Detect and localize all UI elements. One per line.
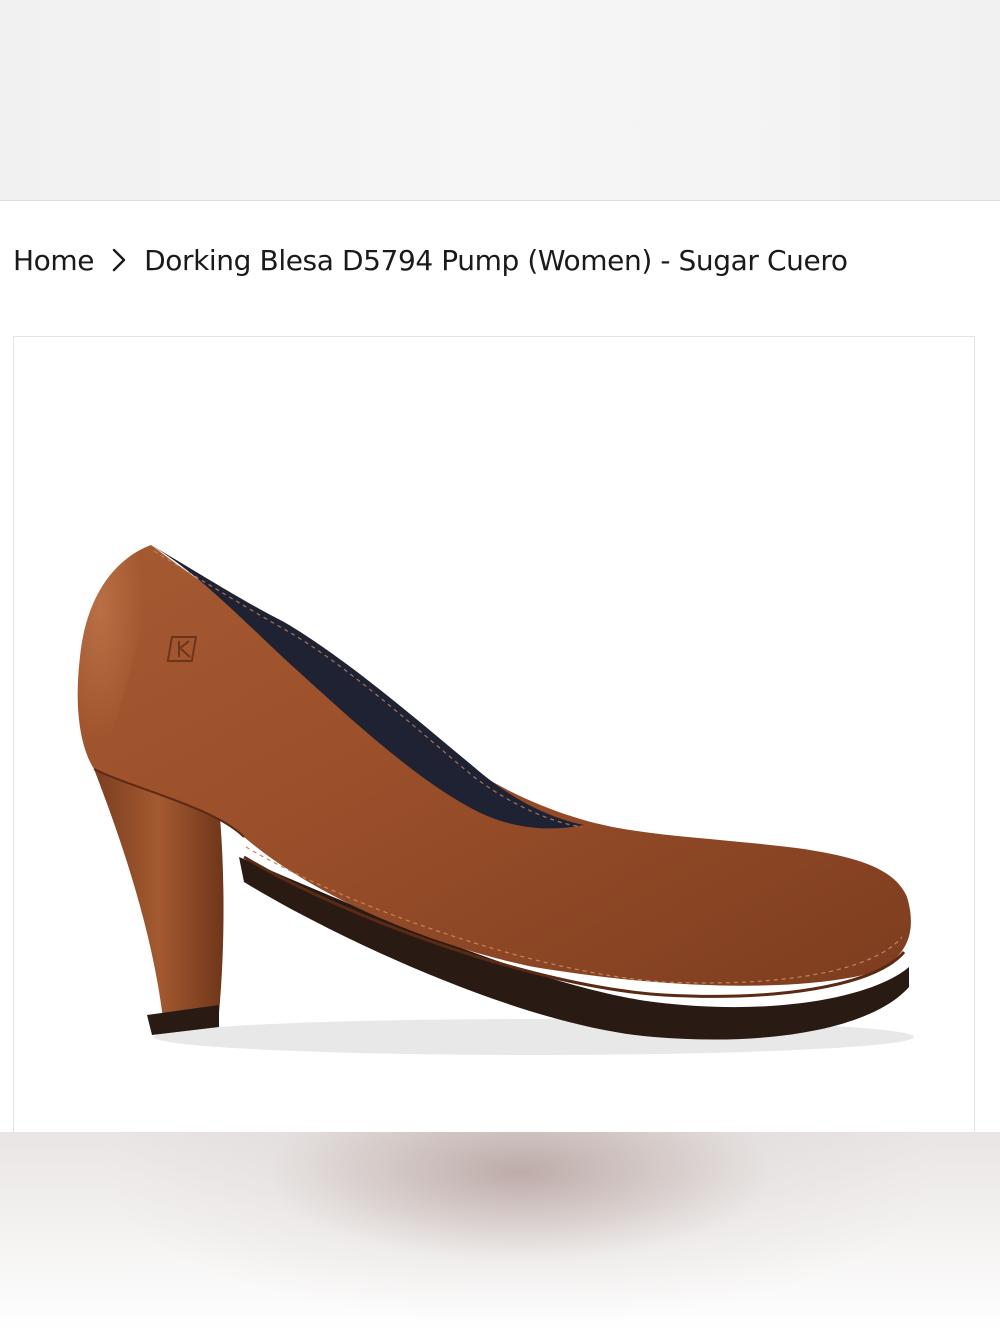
breadcrumb-current: Dorking Blesa D5794 Pump (Women) - Sugar… xyxy=(144,243,848,277)
product-image[interactable] xyxy=(13,336,975,1137)
breadcrumb-home-link[interactable]: Home xyxy=(13,244,94,277)
bottom-image-shadow xyxy=(0,1132,1000,1333)
chevron-right-icon xyxy=(110,247,128,273)
shoe-illustration xyxy=(77,545,914,1055)
breadcrumb: Home Dorking Blesa D5794 Pump (Women) - … xyxy=(13,238,848,282)
top-banner-area xyxy=(0,0,1000,201)
